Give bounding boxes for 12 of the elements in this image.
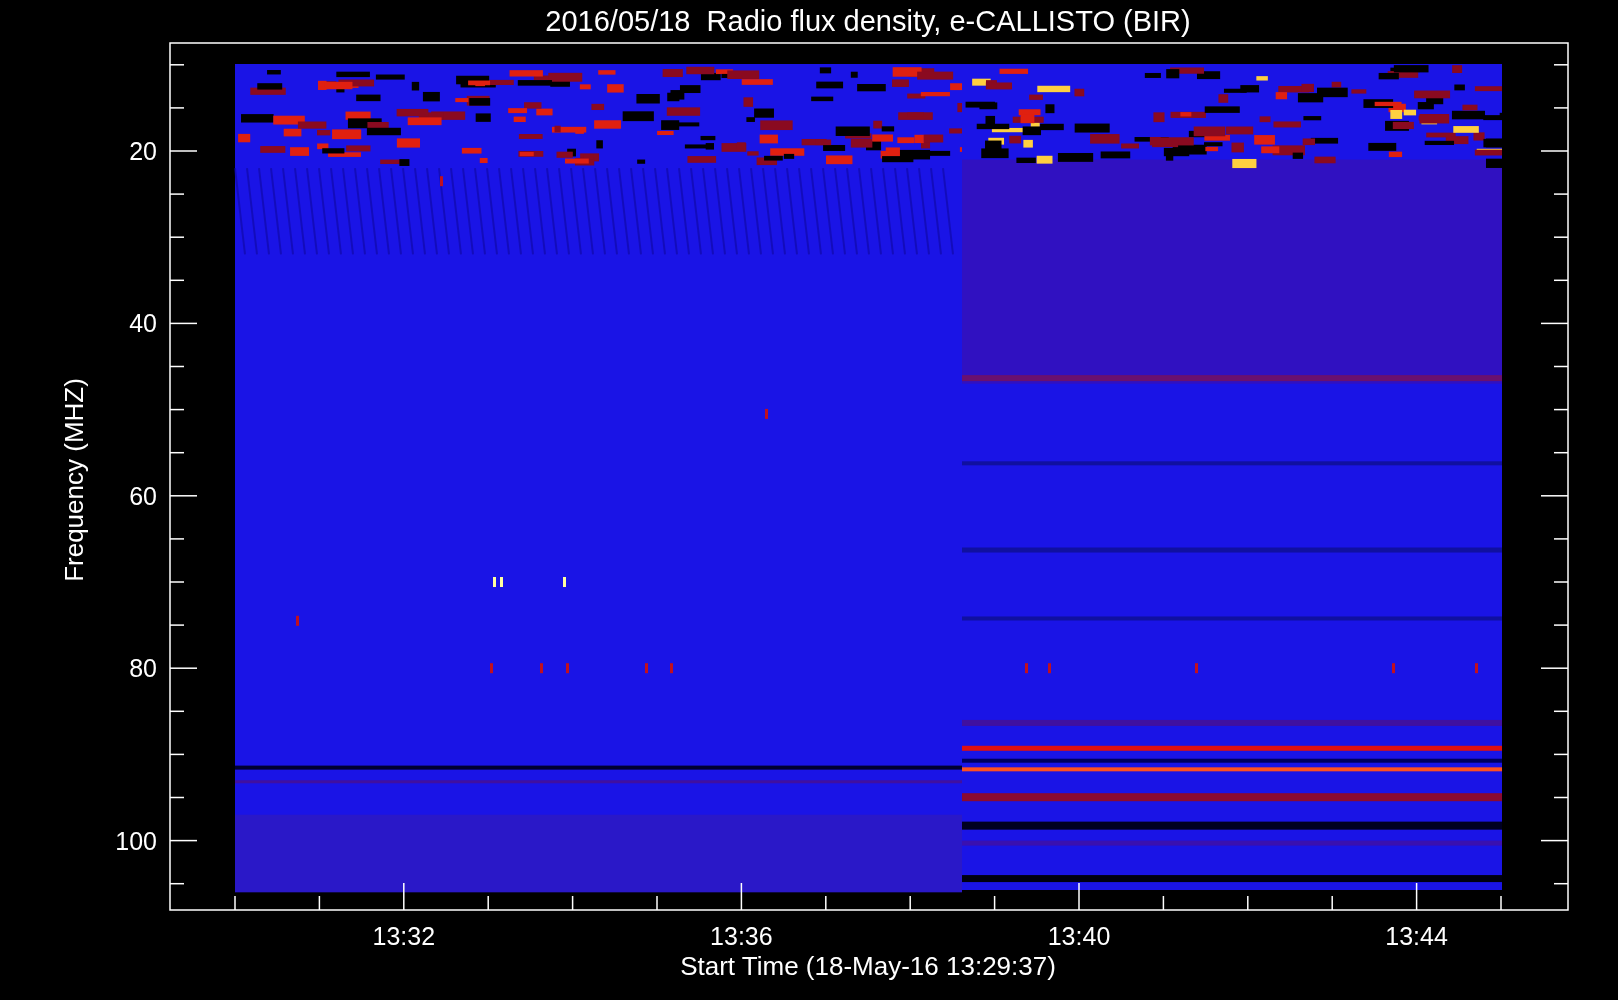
y-tick-label: 60: [129, 481, 157, 510]
y-tick-label: 20: [129, 137, 157, 165]
y-axis-title: Frequency (MHZ): [59, 378, 89, 582]
y-tick-label: 100: [115, 826, 157, 855]
y-tick-label: 80: [129, 654, 157, 683]
x-tick-label: 13:32: [372, 922, 436, 950]
x-tick-label: 13:44: [1385, 922, 1448, 950]
y-tick-label: 40: [129, 309, 157, 338]
chart-title: 2016/05/18 Radio flux density, e-CALLISTO (BIR): [545, 5, 1191, 37]
x-tick-label: 13:40: [1047, 922, 1111, 950]
x-tick-label: 13:36: [710, 922, 773, 950]
x-axis-title: Start Time (18-May-16 13:29:37): [680, 951, 1056, 981]
